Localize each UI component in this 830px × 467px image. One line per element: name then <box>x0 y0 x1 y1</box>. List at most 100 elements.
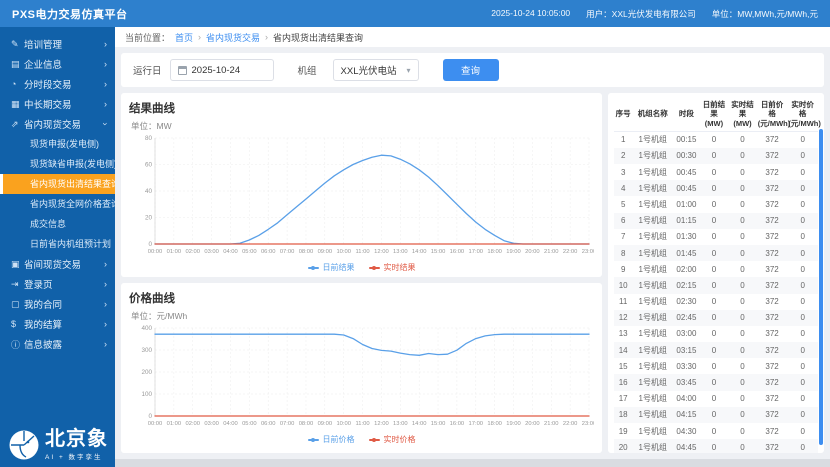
table-cell: 3 <box>614 164 632 180</box>
table-cell: 1号机组 <box>632 407 673 423</box>
topbar-units: 单位：MW,MWh,元/MWh,元 <box>712 8 818 20</box>
table-cell: 00:30 <box>673 148 700 164</box>
sidebar-item-6[interactable]: ⇥登录页› <box>0 274 115 294</box>
legend-item-日前结果[interactable]: 日前结果 <box>308 262 355 273</box>
table-cell: 0 <box>700 180 729 196</box>
legend-item-实时价格[interactable]: 实时价格 <box>369 434 416 445</box>
table-cell: 372 <box>757 391 788 407</box>
table-cell: 1号机组 <box>632 326 673 342</box>
breadcrumb-prefix: 当前位置： <box>125 31 170 44</box>
table-row: 161号机组03:45003720 <box>614 374 818 390</box>
results-table-card: 序号机组名称时段日前结果 (MW)实时结果 (MW)日前价格 (元/MWh)实时… <box>608 93 824 453</box>
table-cell: 02:45 <box>673 310 700 326</box>
main-content: 当前位置： 首页 › 省内现货交易 › 省内现货出清结果查询 运行日 2025-… <box>115 27 830 467</box>
svg-text:09:00: 09:00 <box>318 249 333 255</box>
svg-text:06:00: 06:00 <box>261 249 276 255</box>
sidebar-item-3[interactable]: ▦中长期交易› <box>0 94 115 114</box>
table-row: 131号机组03:00003720 <box>614 326 818 342</box>
svg-text:40: 40 <box>145 188 153 195</box>
sidebar-item-9[interactable]: ⓘ信息披露› <box>0 334 115 354</box>
run-date-input[interactable]: 2025-10-24 <box>170 59 274 81</box>
sidebar-item-7[interactable]: ▢我的合同› <box>0 294 115 314</box>
breadcrumb-current: 省内现货出清结果查询 <box>273 31 363 44</box>
result-curve-unit: 单位：MW <box>131 120 594 132</box>
table-cell: 1号机组 <box>632 196 673 212</box>
svg-text:16:00: 16:00 <box>450 421 465 427</box>
legend-item-实时结果[interactable]: 实时结果 <box>369 262 416 273</box>
price-curve-chart: 010020030040000:0001:0002:0003:0004:0005… <box>129 324 594 428</box>
legend-item-日前价格[interactable]: 日前价格 <box>308 434 355 445</box>
table-cell: 0 <box>728 374 757 390</box>
table-cell: 1号机组 <box>632 310 673 326</box>
table-scrollbar[interactable] <box>819 129 823 445</box>
column-header-4: 实时结果 (MW) <box>728 97 757 132</box>
table-cell: 372 <box>757 358 788 374</box>
price-curve-title: 价格曲线 <box>129 290 594 306</box>
chevron-right-icon: › <box>104 279 107 289</box>
svg-text:10:00: 10:00 <box>336 249 351 255</box>
table-cell: 4 <box>614 180 632 196</box>
result-curve-card: 结果曲线 单位：MW 02040608000:0001:0002:0003:00… <box>121 93 602 277</box>
table-cell: 00:45 <box>673 164 700 180</box>
sidebar-subitem-5[interactable]: 日前省内机组预计划 <box>0 234 115 254</box>
sidebar-subitem-1[interactable]: 现货缺省申报(发电侧) <box>0 154 115 174</box>
table-cell: 12 <box>614 310 632 326</box>
svg-text:21:00: 21:00 <box>544 421 559 427</box>
chevron-right-icon: › <box>104 299 107 309</box>
svg-text:20:00: 20:00 <box>525 249 540 255</box>
table-cell: 0 <box>787 229 818 245</box>
svg-text:02:00: 02:00 <box>185 421 200 427</box>
table-row: 71号机组01:30003720 <box>614 229 818 245</box>
breadcrumb-section[interactable]: 省内现货交易 <box>206 31 260 44</box>
table-cell: 0 <box>700 326 729 342</box>
svg-text:18:00: 18:00 <box>487 249 502 255</box>
sidebar-subitem-0[interactable]: 现货申报(发电侧) <box>0 134 115 154</box>
sidebar-subitem-4[interactable]: 成交信息 <box>0 214 115 234</box>
table-cell: 5 <box>614 196 632 212</box>
svg-text:20: 20 <box>145 215 153 222</box>
table-row: 111号机组02:30003720 <box>614 294 818 310</box>
breadcrumb-home[interactable]: 首页 <box>175 31 193 44</box>
svg-text:12:00: 12:00 <box>374 421 389 427</box>
table-cell: 0 <box>728 310 757 326</box>
table-cell: 6 <box>614 213 632 229</box>
table-cell: 16 <box>614 374 632 390</box>
table-cell: 04:45 <box>673 439 700 453</box>
sidebar-subitem-3[interactable]: 省内现货全网价格查询 <box>0 194 115 214</box>
table-cell: 0 <box>700 277 729 293</box>
table-cell: 03:30 <box>673 358 700 374</box>
table-cell: 0 <box>700 310 729 326</box>
sidebar-item-4[interactable]: ⇗省内现货交易› <box>0 114 115 134</box>
table-cell: 14 <box>614 342 632 358</box>
table-cell: 0 <box>728 294 757 310</box>
chevron-down-icon: ▾ <box>407 66 411 75</box>
table-cell: 1号机组 <box>632 358 673 374</box>
table-cell: 372 <box>757 310 788 326</box>
svg-text:17:00: 17:00 <box>469 249 484 255</box>
table-cell: 02:30 <box>673 294 700 310</box>
table-cell: 13 <box>614 326 632 342</box>
svg-text:01:00: 01:00 <box>167 421 182 427</box>
table-cell: 0 <box>728 391 757 407</box>
table-cell: 372 <box>757 439 788 453</box>
table-cell: 372 <box>757 423 788 439</box>
contract-icon: ▢ <box>11 299 24 310</box>
sidebar-item-5[interactable]: ▣省间现货交易› <box>0 254 115 274</box>
column-header-0: 序号 <box>614 97 632 132</box>
table-cell: 372 <box>757 148 788 164</box>
sidebar-subitem-2[interactable]: 省内现货出清结果查询 <box>0 174 115 194</box>
query-button[interactable]: 查询 <box>443 59 499 81</box>
elephant-logo-icon <box>8 429 40 461</box>
table-row: 101号机组02:15003720 <box>614 277 818 293</box>
sidebar-item-2[interactable]: ◔分时段交易› <box>0 74 115 94</box>
result-curve-legend: 日前结果 实时结果 <box>129 262 594 273</box>
table-cell: 372 <box>757 213 788 229</box>
svg-text:400: 400 <box>141 325 152 332</box>
sidebar-item-8[interactable]: $我的结算› <box>0 314 115 334</box>
table-cell: 0 <box>728 407 757 423</box>
sidebar: ✎培训管理›▤企业信息›◔分时段交易›▦中长期交易›⇗省内现货交易›现货申报(发… <box>0 27 115 467</box>
unit-select[interactable]: XXL光伏电站 ▾ <box>333 59 419 81</box>
legend-line-icon <box>369 267 380 269</box>
sidebar-item-0[interactable]: ✎培训管理› <box>0 34 115 54</box>
sidebar-item-1[interactable]: ▤企业信息› <box>0 54 115 74</box>
